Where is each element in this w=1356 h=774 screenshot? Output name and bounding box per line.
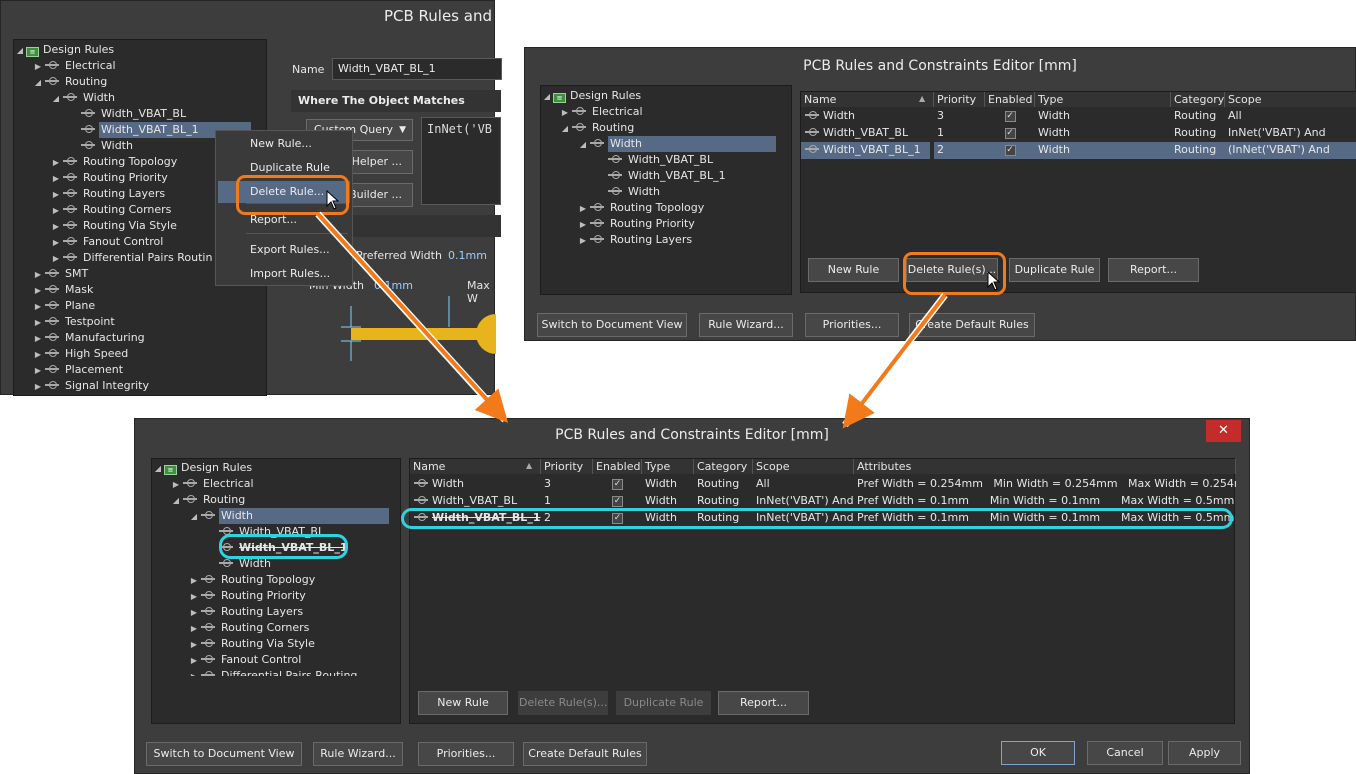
cursor-icon bbox=[326, 190, 340, 210]
cursor-icon bbox=[987, 271, 1001, 291]
flow-arrows bbox=[315, 211, 948, 429]
